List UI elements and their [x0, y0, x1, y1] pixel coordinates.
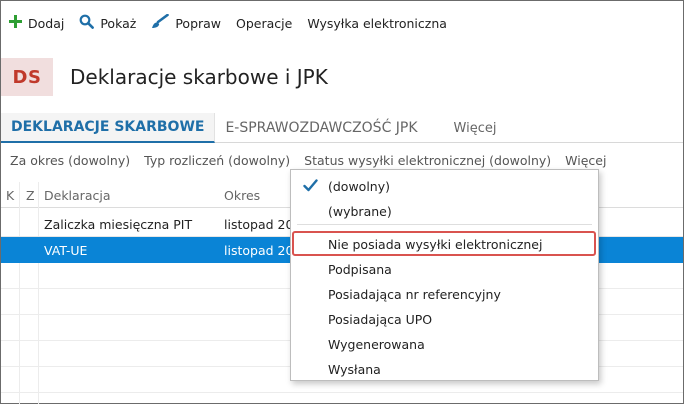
plus-icon	[9, 15, 22, 31]
brush-icon	[151, 13, 170, 32]
module-badge: DS	[1, 58, 53, 96]
column-header-z[interactable]: Z	[26, 182, 35, 208]
page-header: DS Deklaracje skarbowe i JPK	[1, 58, 328, 96]
dropdown-separator	[297, 224, 592, 225]
option-label: (wybrane)	[328, 203, 392, 219]
magnifier-icon	[79, 14, 95, 32]
option-label: Posiadająca UPO	[328, 311, 433, 327]
filter-bar: Za okres (dowolny) Typ rozliczeń (dowoln…	[10, 153, 620, 168]
page-title: Deklaracje skarbowe i JPK	[70, 65, 328, 89]
period-cell: listopad 20	[224, 242, 294, 258]
send-status-filter[interactable]: Status wysyłki elektronicznej (dowolny)	[304, 153, 551, 168]
option-label: Posiadająca nr referencyjny	[328, 286, 501, 302]
more-filters[interactable]: Więcej	[565, 153, 606, 168]
option-reference-number[interactable]: Posiadająca nr referencyjny	[291, 282, 598, 306]
show-button-label: Pokaż	[100, 15, 137, 31]
settlement-type-filter[interactable]: Typ rozliczeń (dowolny)	[144, 153, 290, 168]
edit-button[interactable]: Popraw	[151, 13, 222, 32]
option-label: Wysłana	[328, 361, 381, 377]
electronic-send-menu[interactable]: Wysyłka elektroniczna	[307, 16, 447, 31]
option-sent[interactable]: Wysłana	[291, 357, 598, 381]
column-header-period[interactable]: Okres	[224, 182, 260, 208]
toolbar: Dodaj Pokaż Popraw Operacje Wysyłka elek…	[1, 1, 683, 45]
option-label: Nie posiada wysyłki elektronicznej	[328, 236, 543, 252]
tab-tax-declarations[interactable]: DEKLARACJE SKARBOWE	[1, 113, 216, 143]
option-label: Wygenerowana	[328, 336, 425, 352]
option-label: (dowolny)	[328, 178, 390, 194]
app-window: Dodaj Pokaż Popraw Operacje Wysyłka elek…	[0, 0, 684, 404]
period-filter[interactable]: Za okres (dowolny)	[10, 153, 130, 168]
option-upo[interactable]: Posiadająca UPO	[291, 307, 598, 331]
option-generated[interactable]: Wygenerowana	[291, 332, 598, 356]
option-selected[interactable]: (wybrane)	[291, 199, 598, 223]
option-signed[interactable]: Podpisana	[291, 257, 598, 281]
option-any[interactable]: (dowolny)	[291, 174, 598, 198]
checkmark-icon	[303, 179, 318, 195]
operations-menu[interactable]: Operacje	[236, 16, 292, 31]
tab-bar: DEKLARACJE SKARBOWE E-SPRAWOZDAWCZOŚĆ JP…	[1, 113, 683, 143]
electronic-send-label: Wysyłka elektroniczna	[307, 15, 447, 31]
declaration-cell: Zaliczka miesięczna PIT	[44, 216, 193, 232]
period-cell: listopad 20	[224, 216, 294, 232]
declaration-cell: VAT-UE	[44, 242, 88, 258]
edit-button-label: Popraw	[175, 15, 222, 31]
column-header-k[interactable]: K	[6, 182, 14, 208]
add-button-label: Dodaj	[28, 15, 65, 31]
add-button[interactable]: Dodaj	[9, 15, 64, 31]
operations-label: Operacje	[236, 15, 293, 31]
tab-more[interactable]: Więcej	[428, 113, 507, 143]
send-status-dropdown: (dowolny) (wybrane) Nie posiada wysyłki …	[290, 169, 599, 381]
option-no-electronic-send[interactable]: Nie posiada wysyłki elektronicznej	[291, 232, 598, 256]
tab-jpk-reporting[interactable]: E-SPRAWOZDAWCZOŚĆ JPK	[215, 113, 427, 143]
column-header-declaration[interactable]: Deklaracja	[44, 182, 111, 208]
option-label: Podpisana	[328, 261, 392, 277]
show-button[interactable]: Pokaż	[79, 14, 136, 32]
